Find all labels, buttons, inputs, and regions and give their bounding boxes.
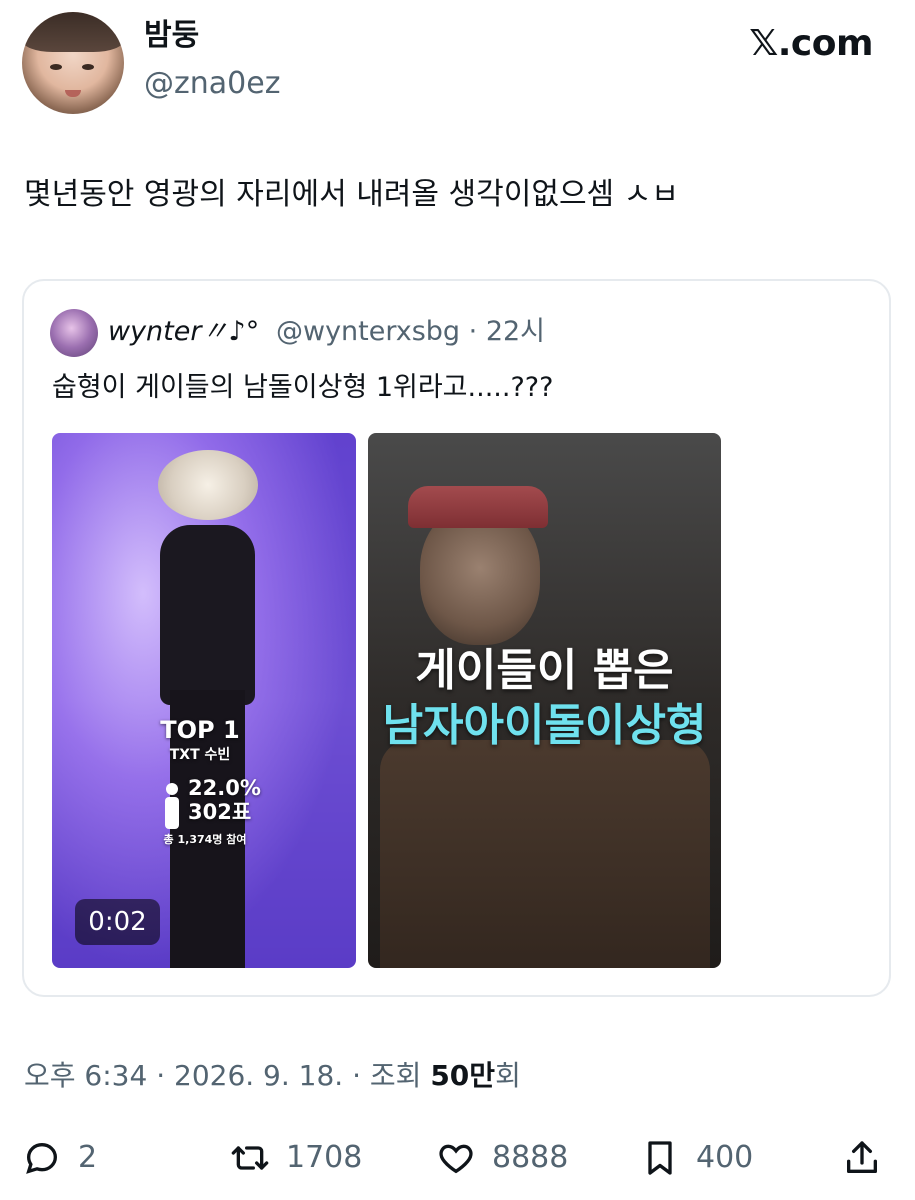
overlay-title-line2: 남자아이돌이상형 [382, 700, 707, 751]
bookmark-count: 400 [696, 1140, 754, 1175]
jacket [380, 740, 710, 968]
performer-head [158, 450, 258, 520]
like-button[interactable]: 8888 [436, 1136, 568, 1180]
retweet-count: 1708 [286, 1140, 363, 1175]
overlay-votes: 302표 [188, 800, 252, 824]
like-count: 8888 [492, 1140, 569, 1175]
like-icon [439, 1144, 473, 1174]
quoted-author-handle-time[interactable]: @wynterxsbg · 22시 [276, 314, 545, 350]
author-avatar[interactable] [22, 12, 124, 114]
performer-body [160, 525, 255, 705]
share-button[interactable] [842, 1136, 882, 1180]
tweet-meta: 오후 6:34 · 2026. 9. 18. · 조회 50만회 [24, 1058, 521, 1094]
author-display-name[interactable]: 밤둥 [144, 18, 199, 54]
overlay-title-line1: 게이들이 뽑은 [415, 645, 674, 696]
reply-button[interactable]: 2 [22, 1136, 97, 1180]
bookmark-icon [648, 1141, 672, 1175]
reply-icon [26, 1142, 58, 1174]
bookmark-button[interactable]: 400 [640, 1136, 753, 1180]
author-handle[interactable]: @zna0ez [144, 66, 280, 102]
tweet-time-date[interactable]: 오후 6:34 · 2026. 9. 18. · 조회 [24, 1059, 430, 1092]
tweet-text: 몇년동안 영광의 자리에서 내려올 생각이없으셈 ㅅㅂ [24, 177, 679, 212]
reply-count: 2 [78, 1140, 98, 1175]
quoted-tweet-text: 숩형이 게이들의 남돌이상형 1위라고.....??? [52, 372, 554, 403]
retweet-icon [231, 1146, 269, 1170]
retweet-button[interactable]: 1708 [230, 1136, 362, 1180]
view-suffix: 회 [495, 1059, 521, 1092]
overlay-total: 총 1,374명 참여 [163, 833, 247, 846]
overlay-percent: 22.0% [188, 776, 261, 800]
person-icon [165, 783, 179, 829]
share-icon [847, 1141, 877, 1173]
quoted-author-avatar[interactable] [50, 309, 98, 357]
overlay-name: TXT 수빈 [169, 747, 231, 763]
video-duration-badge: 0:02 [75, 899, 160, 945]
overlay-rank: TOP 1 [160, 716, 240, 744]
view-count: 50만 [430, 1059, 496, 1092]
x-logo: 𝕏.com [749, 23, 873, 64]
bandana [408, 486, 548, 528]
quoted-author-name[interactable]: wynter〃♪° [108, 314, 259, 350]
